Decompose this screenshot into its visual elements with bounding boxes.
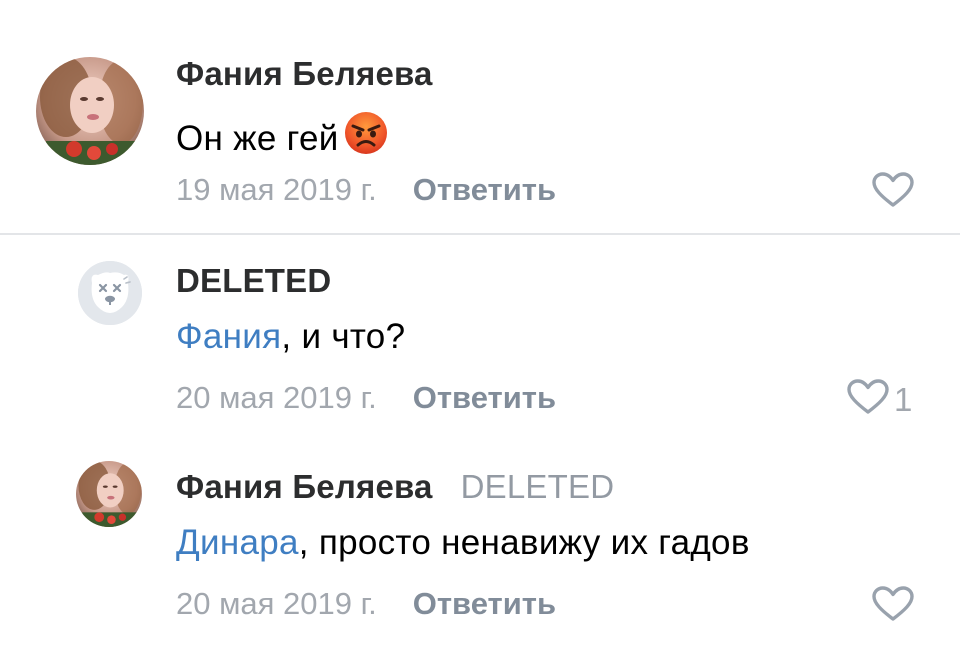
comment-date: 20 мая 2019 г. (176, 380, 377, 415)
reply-button[interactable]: Ответить (413, 586, 556, 621)
comment-text: Динара, просто ненавижу их гадов (176, 523, 750, 563)
comment-date: 19 мая 2019 г. (176, 172, 377, 207)
comment-text-body: Он же гей (176, 119, 339, 158)
heart-outline-icon (871, 172, 915, 213)
comment-text-body: , и что? (281, 317, 406, 356)
comment-item: Фания Беляева Он же гей 19 мая 2019 г. От… (0, 0, 960, 233)
comment-author[interactable]: DELETED (176, 262, 331, 300)
like-count: 1 (894, 380, 913, 418)
comment-author-name[interactable]: Фания Беляева (176, 468, 433, 505)
comment-author: Фания Беляева DELETED (176, 468, 614, 506)
comment-date: 20 мая 2019 г. (176, 586, 377, 621)
avatar[interactable] (76, 461, 142, 527)
mention-link[interactable]: Динара (176, 523, 299, 562)
mention-link[interactable]: Фания (176, 317, 281, 356)
comment-text: Фания, и что? (176, 317, 405, 357)
like-button[interactable] (871, 172, 919, 213)
comment-item: DELETED Фания, и что? 20 мая 2019 г. Отве… (0, 235, 960, 445)
heart-outline-icon (846, 379, 890, 420)
like-button[interactable] (871, 586, 919, 627)
comment-text-body: , просто ненавижу их гадов (298, 523, 750, 562)
comment-text: Он же гей (176, 110, 389, 165)
comment-author[interactable]: Фания Беляева (176, 55, 433, 93)
comment-meta: 19 мая 2019 г. Ответить (176, 172, 556, 208)
comment-meta: 20 мая 2019 г. Ответить (176, 380, 556, 416)
comment-item: Фания Беляева DELETED Динара, просто нена… (0, 445, 960, 651)
reply-button[interactable]: Ответить (413, 172, 556, 207)
like-button[interactable]: 1 (846, 379, 912, 420)
heart-outline-icon (871, 586, 915, 627)
avatar[interactable] (36, 57, 144, 165)
deleted-dog-avatar-icon[interactable] (78, 261, 142, 325)
angry-face-emoji (343, 110, 389, 165)
reply-button[interactable]: Ответить (413, 380, 556, 415)
reply-to-name[interactable]: DELETED (461, 468, 615, 505)
comment-meta: 20 мая 2019 г. Ответить (176, 586, 556, 622)
